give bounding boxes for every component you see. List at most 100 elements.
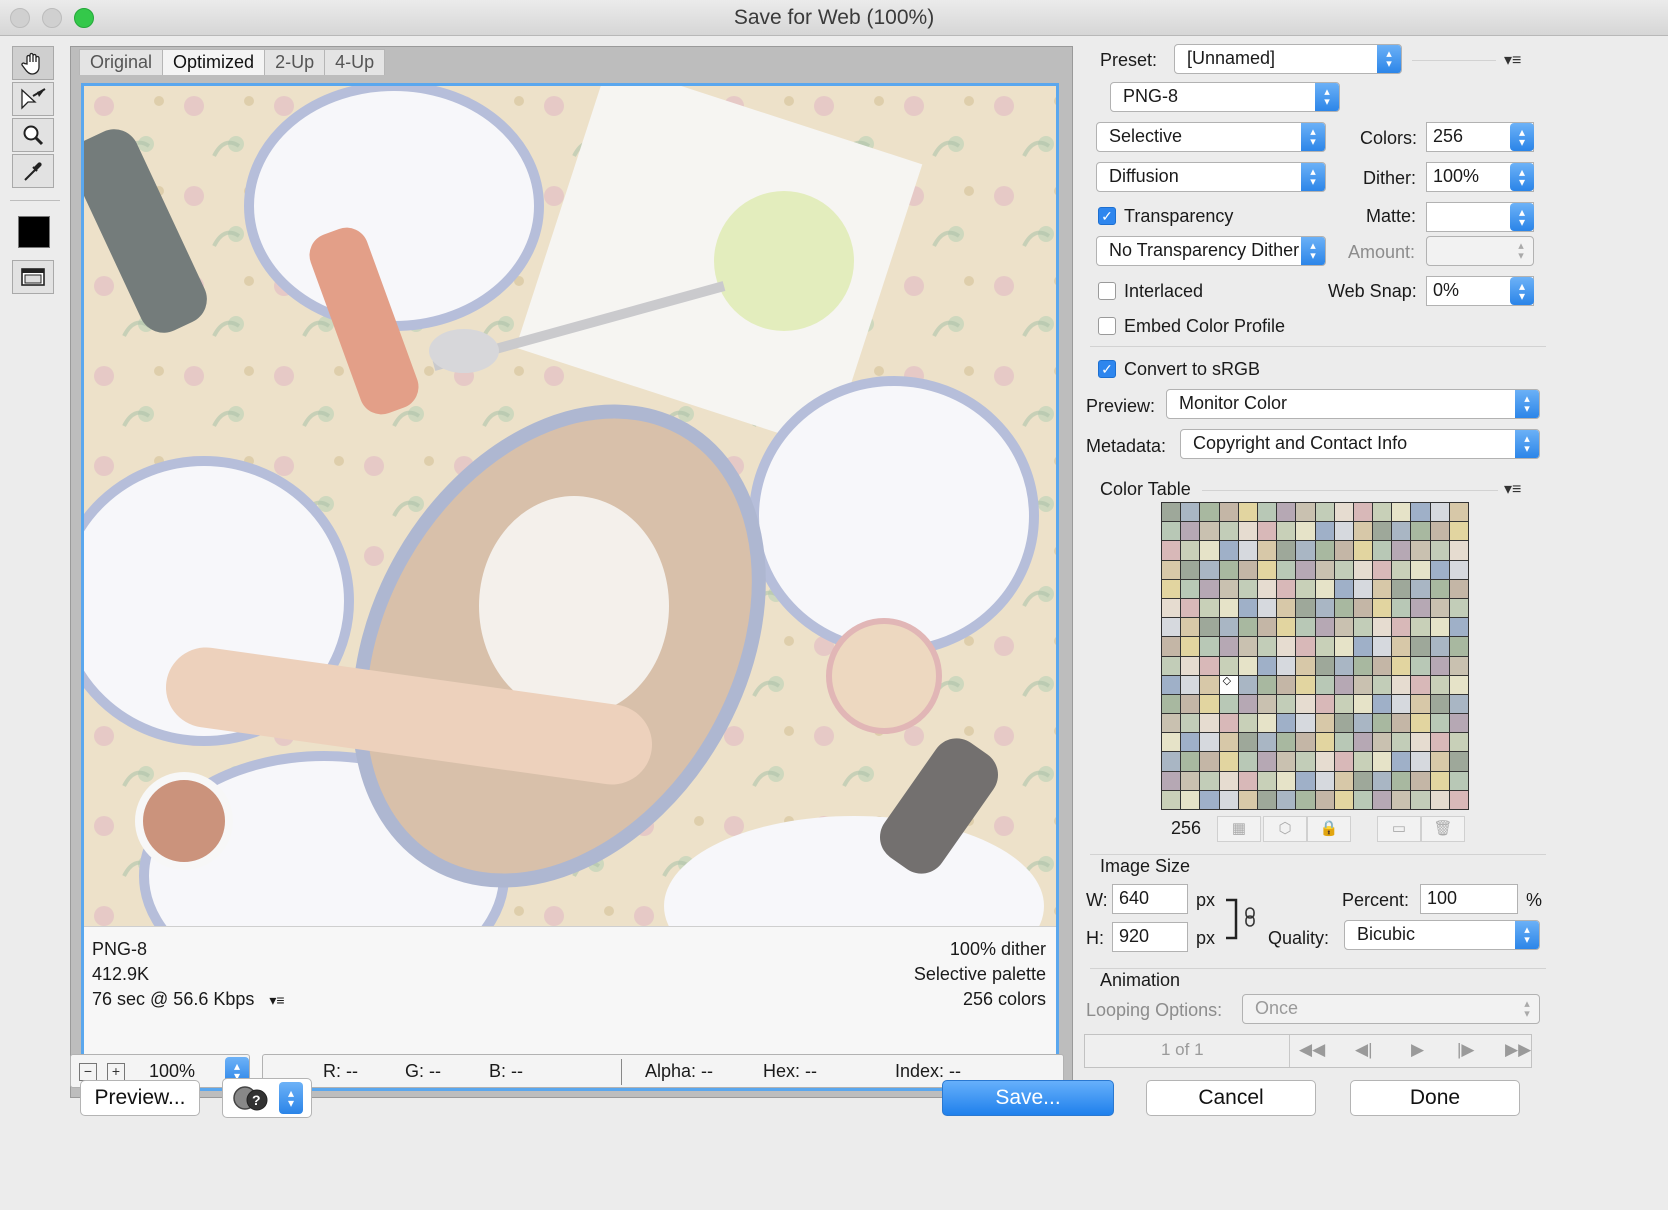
colors-stepper[interactable]: ▴ ▾ <box>1510 123 1534 151</box>
color-swatch[interactable] <box>1411 771 1430 790</box>
color-swatch[interactable] <box>1430 714 1449 733</box>
color-swatch[interactable] <box>1353 637 1373 656</box>
color-swatch[interactable] <box>1430 598 1449 618</box>
tab-original[interactable]: Original <box>79 49 164 75</box>
color-swatch[interactable] <box>1200 714 1219 733</box>
color-swatch[interactable] <box>1449 790 1468 809</box>
color-swatch[interactable] <box>1219 618 1238 637</box>
color-swatch[interactable] <box>1334 522 1353 541</box>
color-swatch[interactable] <box>1257 503 1277 522</box>
color-swatch[interactable] <box>1181 522 1200 541</box>
preview-image[interactable] <box>84 86 1056 926</box>
color-swatch[interactable] <box>1353 522 1373 541</box>
color-swatch[interactable] <box>1219 637 1238 656</box>
color-swatch[interactable] <box>1219 541 1238 560</box>
color-swatch[interactable] <box>1181 714 1200 733</box>
color-swatch[interactable] <box>1181 503 1200 522</box>
color-swatch[interactable] <box>1200 733 1219 752</box>
color-swatch[interactable] <box>1315 675 1334 694</box>
color-swatch[interactable] <box>1257 541 1277 560</box>
color-swatch[interactable] <box>1392 656 1411 675</box>
color-swatch[interactable] <box>1315 579 1334 598</box>
color-swatch[interactable] <box>1277 675 1296 694</box>
color-swatch[interactable] <box>1296 503 1315 522</box>
color-swatch[interactable] <box>1353 790 1373 809</box>
color-swatch[interactable] <box>1334 694 1353 714</box>
color-swatch[interactable] <box>1411 675 1430 694</box>
metadata-dropdown[interactable]: Copyright and Contact Info ▴ ▾ <box>1180 429 1540 459</box>
color-swatch[interactable] <box>1162 675 1181 694</box>
color-swatch[interactable] <box>1181 579 1200 598</box>
color-swatch[interactable] <box>1353 656 1373 675</box>
color-swatch[interactable] <box>1219 752 1238 771</box>
color-swatch[interactable] <box>1219 656 1238 675</box>
dither-stepper[interactable]: ▴ ▾ <box>1510 163 1534 191</box>
color-swatch[interactable] <box>1449 733 1468 752</box>
color-swatch[interactable] <box>1334 752 1353 771</box>
color-swatch[interactable] <box>1181 675 1200 694</box>
color-swatch[interactable] <box>1315 656 1334 675</box>
width-field[interactable]: 640 <box>1112 884 1188 914</box>
color-swatch[interactable] <box>1430 790 1449 809</box>
color-swatch[interactable] <box>1373 733 1392 752</box>
color-swatch[interactable] <box>1430 675 1449 694</box>
color-swatch[interactable] <box>1181 752 1200 771</box>
color-swatch[interactable] <box>1181 541 1200 560</box>
color-swatch[interactable] <box>1392 503 1411 522</box>
color-swatch[interactable] <box>1392 541 1411 560</box>
color-swatch[interactable] <box>1162 560 1181 579</box>
color-swatch[interactable] <box>1449 694 1468 714</box>
web-shift-cube-icon[interactable]: ⬡ <box>1263 816 1307 842</box>
color-swatch[interactable] <box>1238 752 1257 771</box>
color-swatch[interactable] <box>1277 503 1296 522</box>
color-swatch[interactable] <box>1430 637 1449 656</box>
color-swatch[interactable] <box>1392 790 1411 809</box>
color-swatch[interactable] <box>1277 733 1296 752</box>
color-swatch[interactable] <box>1449 752 1468 771</box>
preview-color-dropdown[interactable]: Monitor Color ▴ ▾ <box>1166 389 1540 419</box>
color-swatch[interactable] <box>1411 637 1430 656</box>
color-swatch[interactable] <box>1219 771 1238 790</box>
trash-icon[interactable]: 🗑 <box>1421 816 1465 842</box>
tab-2-up[interactable]: 2-Up <box>264 49 326 75</box>
color-swatch[interactable] <box>1277 618 1296 637</box>
color-swatch[interactable] <box>1296 714 1315 733</box>
zoom-level[interactable]: 100% <box>149 1061 195 1082</box>
color-swatch[interactable] <box>1315 503 1334 522</box>
color-swatch[interactable] <box>1315 733 1334 752</box>
color-swatch[interactable] <box>1430 656 1449 675</box>
eyedropper-tool[interactable] <box>12 154 54 188</box>
color-swatch[interactable] <box>1277 541 1296 560</box>
color-swatch[interactable] <box>1392 752 1411 771</box>
color-swatch[interactable] <box>1430 694 1449 714</box>
download-speed-menu-icon[interactable]: ▾≡ <box>269 992 284 1008</box>
color-swatch[interactable] <box>1373 598 1392 618</box>
color-swatch[interactable] <box>1392 714 1411 733</box>
color-swatch[interactable] <box>1181 560 1200 579</box>
color-swatch[interactable] <box>1373 714 1392 733</box>
color-swatch[interactable] <box>1392 560 1411 579</box>
color-swatch[interactable] <box>1392 579 1411 598</box>
tab-optimized[interactable]: Optimized <box>162 49 266 75</box>
color-swatch[interactable] <box>1353 771 1373 790</box>
color-swatch[interactable] <box>1200 618 1219 637</box>
optimize-menu-icon[interactable]: ▾≡ <box>1504 50 1521 70</box>
color-swatch[interactable] <box>1238 618 1257 637</box>
color-swatch[interactable] <box>1315 522 1334 541</box>
color-swatch[interactable] <box>1277 714 1296 733</box>
color-swatch[interactable] <box>1353 598 1373 618</box>
hand-tool[interactable] <box>12 46 54 80</box>
color-swatch[interactable] <box>1238 694 1257 714</box>
color-swatch[interactable] <box>1296 752 1315 771</box>
zoom-out-button[interactable]: − <box>79 1063 97 1081</box>
color-swatch[interactable] <box>1449 541 1468 560</box>
color-swatch[interactable] <box>1277 656 1296 675</box>
interlaced-checkbox[interactable] <box>1098 282 1116 300</box>
color-swatch[interactable] <box>1257 598 1277 618</box>
zoom-tool[interactable] <box>12 118 54 152</box>
color-swatch[interactable] <box>1449 598 1468 618</box>
eyedropper-color-swatch[interactable] <box>18 216 50 248</box>
color-swatch[interactable] <box>1296 541 1315 560</box>
dither-algorithm-dropdown[interactable]: Diffusion ▴ ▾ <box>1096 162 1326 192</box>
color-swatch[interactable] <box>1200 503 1219 522</box>
